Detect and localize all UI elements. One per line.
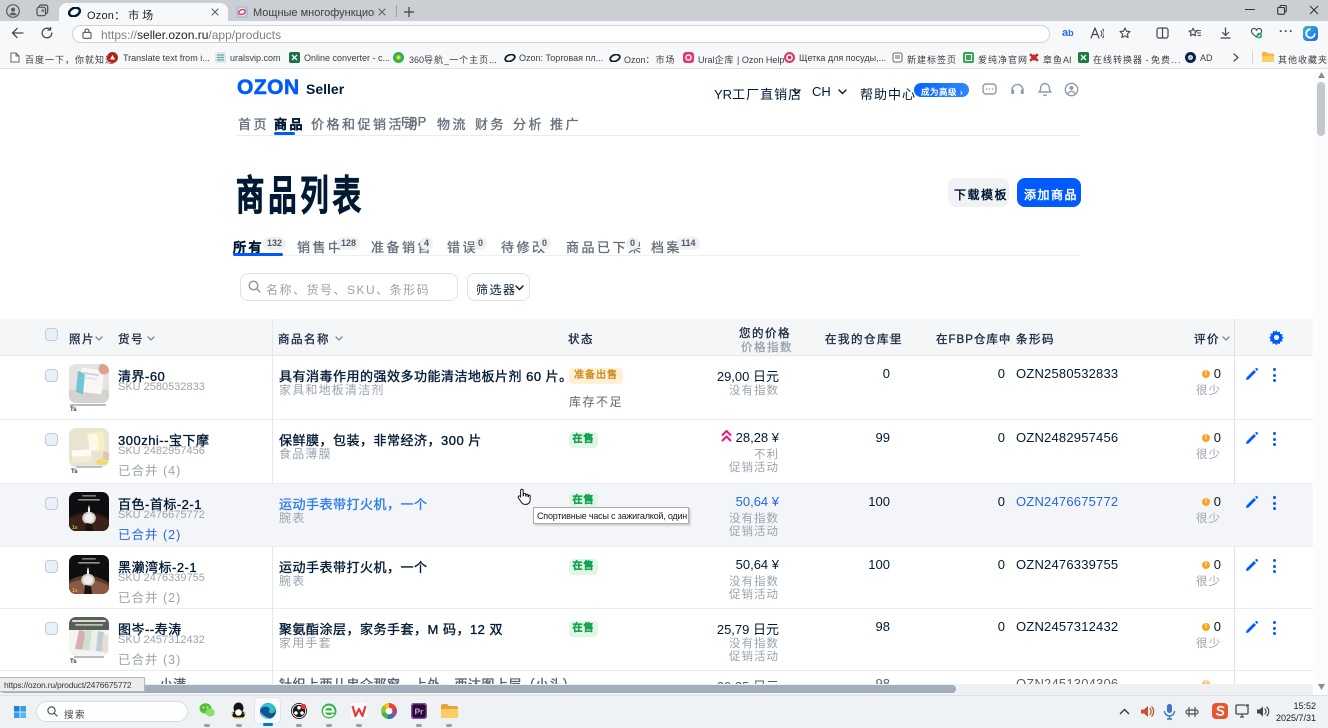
svg-text:1s: 1s: [72, 525, 78, 531]
svg-text:Pr: Pr: [415, 707, 425, 717]
svg-text:1s: 1s: [72, 588, 78, 594]
